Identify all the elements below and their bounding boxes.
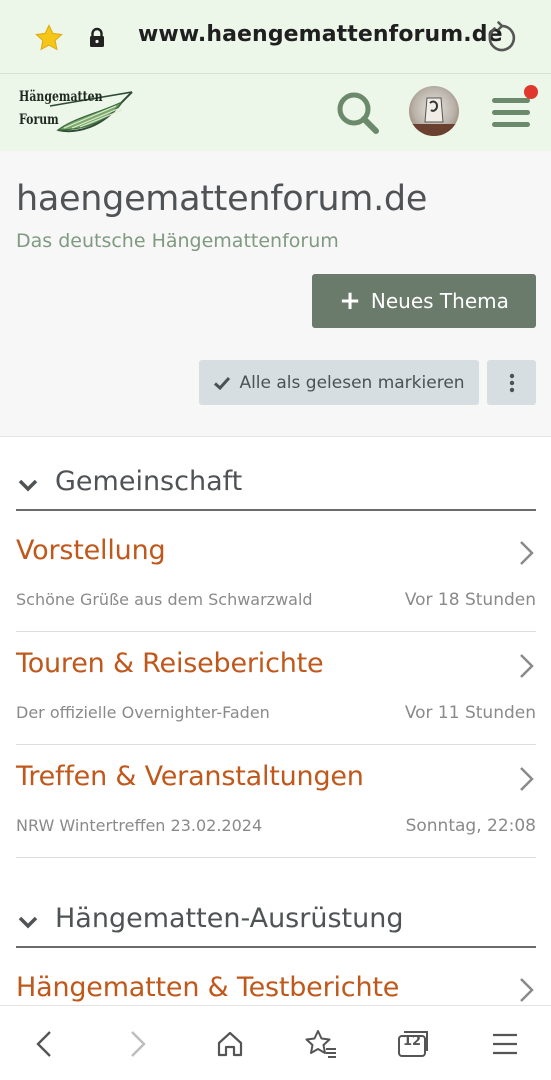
last-post-time: Sonntag, 22:08 — [405, 816, 536, 836]
home-icon[interactable] — [210, 1024, 250, 1064]
forum-row-touren[interactable]: Touren & Reiseberichte Der offizielle Ov… — [16, 632, 536, 745]
star-icon[interactable] — [33, 22, 65, 54]
site-header: Hängematten Forum — [0, 74, 551, 151]
forum-row-treffen[interactable]: Treffen & Veranstaltungen NRW Wintertref… — [16, 745, 536, 858]
section-header-gemeinschaft[interactable]: Gemeinschaft — [16, 463, 536, 511]
last-thread[interactable]: Schöne Grüße aus dem Schwarzwald — [16, 590, 313, 609]
reload-icon[interactable] — [484, 20, 520, 56]
search-icon[interactable] — [335, 90, 381, 136]
logo-text-line1: Hängematten — [19, 89, 103, 105]
last-thread[interactable]: Der offizielle Overnighter-Faden — [16, 703, 270, 722]
vertical-dots-icon — [509, 373, 514, 392]
back-icon[interactable] — [24, 1024, 64, 1064]
section-header-ausruestung[interactable]: Hängematten-Ausrüstung — [16, 900, 536, 948]
section-title: Hängematten-Ausrüstung — [55, 903, 404, 934]
tab-count: 12 — [402, 1034, 422, 1049]
last-post-time: Vor 11 Stunden — [404, 703, 536, 723]
last-post-time: Vor 18 Stunden — [404, 590, 536, 610]
logo-text-line2: Forum — [19, 112, 59, 128]
forward-icon[interactable] — [118, 1024, 158, 1064]
mark-all-read-label: Alle als gelesen markieren — [239, 372, 465, 393]
avatar-image — [409, 97, 459, 136]
page-subtitle: Das deutsche Hängemattenforum — [16, 230, 339, 252]
browser-url-bar: www.haengemattenforum.de — [0, 0, 551, 74]
forum-name[interactable]: Treffen & Veranstaltungen — [16, 761, 364, 792]
url-text[interactable]: www.haengemattenforum.de — [138, 22, 503, 47]
forum-row-vorstellung[interactable]: Vorstellung Schöne Grüße aus dem Schwarz… — [16, 519, 536, 632]
site-logo[interactable]: Hängematten Forum — [16, 86, 136, 138]
chevron-right-icon — [520, 654, 534, 678]
browser-bottom-nav: 12 — [0, 1005, 551, 1080]
chevron-down-icon — [18, 916, 38, 929]
page-header: haengemattenforum.de Das deutsche Hängem… — [0, 151, 551, 437]
new-thread-label: Neues Thema — [370, 289, 509, 313]
lock-icon[interactable] — [88, 27, 106, 49]
notification-dot — [524, 85, 538, 99]
chevron-right-icon — [520, 541, 534, 565]
chevron-down-icon — [18, 479, 38, 492]
check-icon — [214, 376, 231, 390]
forum-name[interactable]: Hängematten & Testberichte — [16, 972, 399, 1003]
avatar[interactable] — [409, 86, 459, 136]
chevron-right-icon — [520, 978, 534, 1002]
page-title: haengemattenforum.de — [16, 179, 428, 219]
mark-all-read-button[interactable]: Alle als gelesen markieren — [199, 360, 479, 405]
tabs-icon[interactable]: 12 — [393, 1024, 433, 1064]
plus-icon: + — [339, 286, 361, 316]
bookmarks-icon[interactable] — [301, 1024, 341, 1064]
more-options-button[interactable] — [487, 360, 536, 405]
section-title: Gemeinschaft — [55, 466, 243, 497]
forum-name[interactable]: Vorstellung — [16, 535, 166, 566]
hamburger-menu-icon[interactable] — [490, 92, 532, 132]
menu-icon[interactable] — [485, 1024, 525, 1064]
forum-name[interactable]: Touren & Reiseberichte — [16, 648, 324, 679]
new-thread-button[interactable]: + Neues Thema — [312, 274, 536, 328]
last-thread[interactable]: NRW Wintertreffen 23.02.2024 — [16, 816, 262, 835]
chevron-right-icon — [520, 767, 534, 791]
